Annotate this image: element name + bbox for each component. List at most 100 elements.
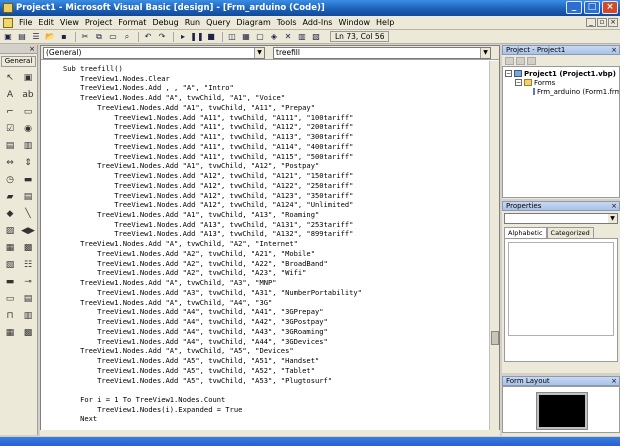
code-line[interactable]: TreeView1.Nodes.Add "A", tvwChild, "A5",… [63, 346, 485, 356]
code-line[interactable]: TreeView1.Nodes.Add "A13", tvwChild, "A1… [63, 220, 485, 230]
code-line[interactable]: TreeView1.Nodes.Add "A13", tvwChild, "A1… [63, 229, 485, 239]
code-line[interactable]: TreeView1.Nodes.Add "A2", tvwChild, "A22… [63, 259, 485, 269]
code-line[interactable]: TreeView1.Nodes.Add "A12", tvwChild, "A1… [63, 191, 485, 201]
mdi-minimize-button[interactable]: _ [586, 18, 596, 27]
code-line[interactable]: TreeView1.Nodes.Add "A5", tvwChild, "A52… [63, 366, 485, 376]
close-icon[interactable]: × [611, 377, 617, 385]
hscrollbar-icon[interactable]: ⇔ [1, 154, 19, 171]
menu-format[interactable]: Format [115, 18, 149, 27]
listbox-icon[interactable]: ▥ [19, 137, 37, 154]
chevron-down-icon[interactable]: ▼ [254, 47, 264, 58]
code-line[interactable]: TreeView1.Nodes.Add "A4", tvwChild, "A43… [63, 327, 485, 337]
listview-icon[interactable]: ☷ [19, 256, 37, 273]
tab-categorized[interactable]: Categorized [546, 227, 594, 238]
code-line[interactable]: TreeView1.Nodes.Add "A1", tvwChild, "A13… [63, 210, 485, 220]
code-line[interactable]: TreeView1.Nodes.Add "A12", tvwChild, "A1… [63, 171, 485, 181]
vscrollbar-icon[interactable]: ⇕ [19, 154, 37, 171]
code-line[interactable]: TreeView1.Nodes.Add "A", tvwChild, "A4",… [63, 298, 485, 308]
view-code-icon[interactable] [505, 56, 514, 65]
imagecombo-icon[interactable]: ▥ [19, 307, 37, 324]
code-line[interactable]: For i = 1 To TreeView1.Nodes.Count [63, 395, 485, 405]
toggle-folders-icon[interactable] [527, 56, 536, 65]
code-line[interactable] [63, 385, 485, 395]
datagrid-icon[interactable]: ▩ [19, 324, 37, 341]
checkbox-icon[interactable]: ☑ [1, 120, 19, 137]
code-line[interactable]: TreeView1.Nodes.Add "A2", tvwChild, "A23… [63, 268, 485, 278]
object-browser-icon[interactable]: ◈ [268, 31, 280, 42]
properties-grid[interactable] [504, 238, 618, 362]
save-icon[interactable]: ▪ [58, 31, 70, 42]
optionbutton-icon[interactable]: ◉ [19, 120, 37, 137]
statusbar-icon[interactable]: ▭ [1, 290, 19, 307]
line-icon[interactable]: ╲ [19, 205, 37, 222]
picturebox-icon[interactable]: ▣ [19, 69, 37, 86]
code-line[interactable]: TreeView1.Nodes.Add "A", tvwChild, "A1",… [63, 93, 485, 103]
find-icon[interactable]: ⌕ [121, 31, 133, 42]
object-combo[interactable]: (General) ▼ [43, 46, 265, 59]
open-icon[interactable]: 📂 [44, 31, 56, 42]
combobox-icon[interactable]: ▤ [1, 137, 19, 154]
frame-icon[interactable]: ⌐ [1, 103, 19, 120]
code-line[interactable]: TreeView1.Nodes.Add "A4", tvwChild, "A41… [63, 307, 485, 317]
menu-tools[interactable]: Tools [274, 18, 300, 27]
toolbox-icon[interactable]: ✕ [282, 31, 294, 42]
code-line[interactable]: TreeView1.Nodes.Add , , "A", "Intro" [63, 83, 485, 93]
menu-add-ins[interactable]: Add-Ins [300, 18, 336, 27]
pause-icon[interactable]: ❚❚ [190, 31, 203, 42]
code-line[interactable]: TreeView1.Nodes.Add "A", tvwChild, "A3",… [63, 278, 485, 288]
dirlistbox-icon[interactable]: ▰ [1, 188, 19, 205]
code-line[interactable]: TreeView1.Nodes.Add "A12", tvwChild, "A1… [63, 181, 485, 191]
code-line[interactable]: TreeView1.Nodes.Clear [63, 74, 485, 84]
code-line[interactable]: Next [63, 414, 485, 424]
pointer-icon[interactable]: ↖ [1, 69, 19, 86]
tree-node-project[interactable]: − Project1 (Project1.vbp) [505, 69, 617, 78]
tree-node-forms[interactable]: − Forms [505, 78, 617, 87]
properties-window-icon[interactable]: ▦ [240, 31, 252, 42]
code-line[interactable]: TreeView1.Nodes.Add "A11", tvwChild, "A1… [63, 132, 485, 142]
menu-diagram[interactable]: Diagram [233, 18, 273, 27]
code-horizontal-scrollbar[interactable] [40, 430, 500, 436]
menu-edit[interactable]: Edit [35, 18, 57, 27]
tab-alphabetic[interactable]: Alphabetic [504, 227, 547, 238]
code-line[interactable]: TreeView1.Nodes.Add "A4", tvwChild, "A44… [63, 337, 485, 347]
data-view-icon[interactable]: ▥ [296, 31, 308, 42]
maximize-button[interactable]: □ [584, 1, 600, 14]
code-line[interactable]: TreeView1.Nodes.Add "A1", tvwChild, "A11… [63, 103, 485, 113]
mdi-restore-button[interactable]: ▫ [597, 18, 607, 27]
component-manager-icon[interactable]: ▧ [310, 31, 322, 42]
shape-icon[interactable]: ◆ [1, 205, 19, 222]
label-icon[interactable]: A [1, 86, 19, 103]
menu-view[interactable]: View [57, 18, 82, 27]
code-line[interactable]: TreeView1.Nodes.Add "A2", tvwChild, "A21… [63, 249, 485, 259]
cut-icon[interactable]: ✂ [79, 31, 91, 42]
properties-object-combo[interactable]: ▼ [504, 213, 618, 224]
timer-icon[interactable]: ◷ [1, 171, 19, 188]
commandbutton-icon[interactable]: ▭ [19, 103, 37, 120]
drivelistbox-icon[interactable]: ▬ [19, 171, 37, 188]
procedure-combo[interactable]: treefill ▼ [273, 46, 491, 59]
toolbox-tab-general[interactable]: General [1, 56, 36, 67]
toolbar-control-icon[interactable]: ▤ [19, 290, 37, 307]
undo-icon[interactable]: ↶ [142, 31, 154, 42]
filelistbox-icon[interactable]: ▤ [19, 188, 37, 205]
chevron-down-icon[interactable]: ▼ [608, 214, 617, 223]
menu-run[interactable]: Run [182, 18, 203, 27]
scroll-thumb[interactable] [491, 331, 499, 345]
menu-editor-icon[interactable]: ☰ [30, 31, 42, 42]
stop-icon[interactable]: ■ [205, 31, 217, 42]
form-layout-icon[interactable]: ▢ [254, 31, 266, 42]
close-button[interactable]: × [602, 1, 618, 14]
add-form-icon[interactable]: ▤ [16, 31, 28, 42]
code-line[interactable]: TreeView1.Nodes.Add "A11", tvwChild, "A1… [63, 122, 485, 132]
code-line[interactable]: TreeView1.Nodes.Add "A11", tvwChild, "A1… [63, 152, 485, 162]
code-line[interactable]: TreeView1.Nodes.Add "A5", tvwChild, "A51… [63, 356, 485, 366]
redo-icon[interactable]: ↷ [156, 31, 168, 42]
imagelist-icon[interactable]: ▧ [1, 256, 19, 273]
code-line[interactable]: TreeView1.Nodes.Add "A12", tvwChild, "A1… [63, 200, 485, 210]
slider-icon[interactable]: ⊸ [19, 273, 37, 290]
add-project-icon[interactable]: ▣ [2, 31, 14, 42]
collapse-icon[interactable]: − [505, 70, 512, 77]
treeview-icon[interactable]: ▩ [19, 239, 37, 256]
collapse-icon[interactable]: − [515, 79, 522, 86]
textbox-icon[interactable]: ab [19, 86, 37, 103]
